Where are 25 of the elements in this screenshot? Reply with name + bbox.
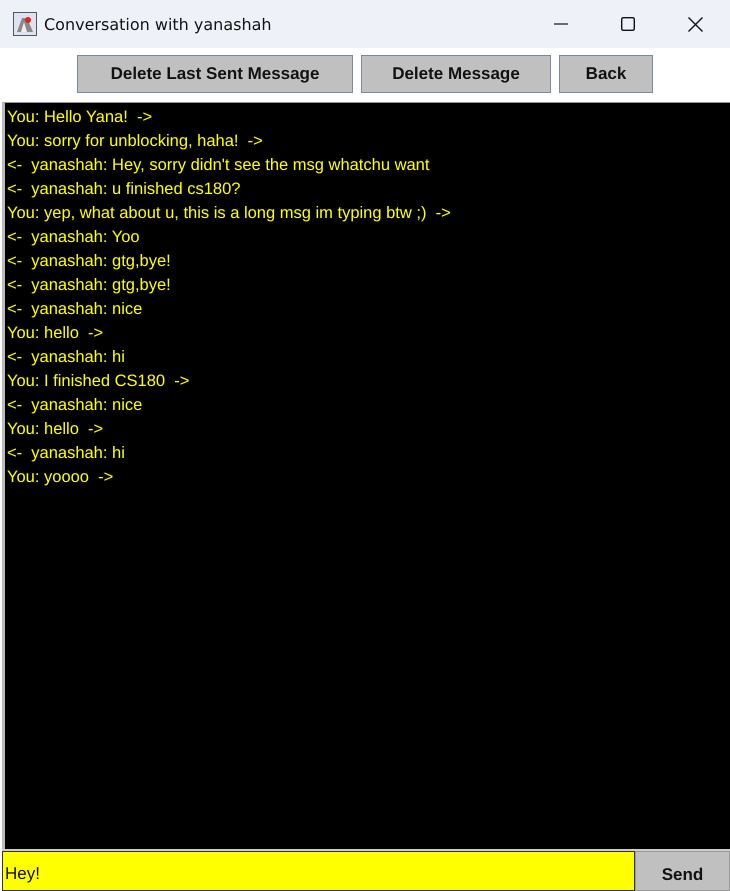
- chat-message: You: hello ->: [6, 419, 104, 440]
- toolbar-button[interactable]: Delete Last Sent Message: [77, 55, 353, 93]
- chat-message: <- yanashah: nice: [6, 299, 144, 320]
- chat-message: You: Hello Yana! ->: [6, 107, 154, 128]
- toolbar-button[interactable]: Delete Message: [361, 55, 551, 93]
- chat-message: You: yep, what about u, this is a long msg im typing btw ;) ->: [6, 203, 452, 224]
- chat-message: <- yanashah: u finished cs180?: [6, 179, 242, 200]
- chat-message: <- yanashah: hi: [6, 443, 126, 464]
- message-input[interactable]: Hey!: [2, 851, 635, 891]
- send-button[interactable]: Send: [635, 851, 730, 891]
- chat-message: <- yanashah: Hey, sorry didn't see the msg whatchu want: [6, 155, 430, 176]
- chat-message: You: yoooo ->: [6, 467, 114, 488]
- chat-message: <- yanashah: gtg,bye!: [6, 275, 172, 296]
- app-icon: [13, 12, 37, 36]
- chat-message: <- yanashah: Yoo: [6, 227, 141, 248]
- chat-message: You: hello ->: [6, 323, 104, 344]
- toolbar-button[interactable]: Back: [559, 55, 653, 93]
- window-title: Conversation with yanashah: [44, 14, 272, 34]
- chat-message: <- yanashah: hi: [6, 347, 126, 368]
- chat-message: <- yanashah: nice: [6, 395, 144, 416]
- close-icon[interactable]: [688, 16, 703, 32]
- maximize-icon[interactable]: [621, 17, 635, 31]
- chat-message: You: I finished CS180 ->: [6, 371, 190, 392]
- chat-message: You: sorry for unblocking, haha! ->: [6, 131, 264, 152]
- chat-message: <- yanashah: gtg,bye!: [6, 251, 172, 272]
